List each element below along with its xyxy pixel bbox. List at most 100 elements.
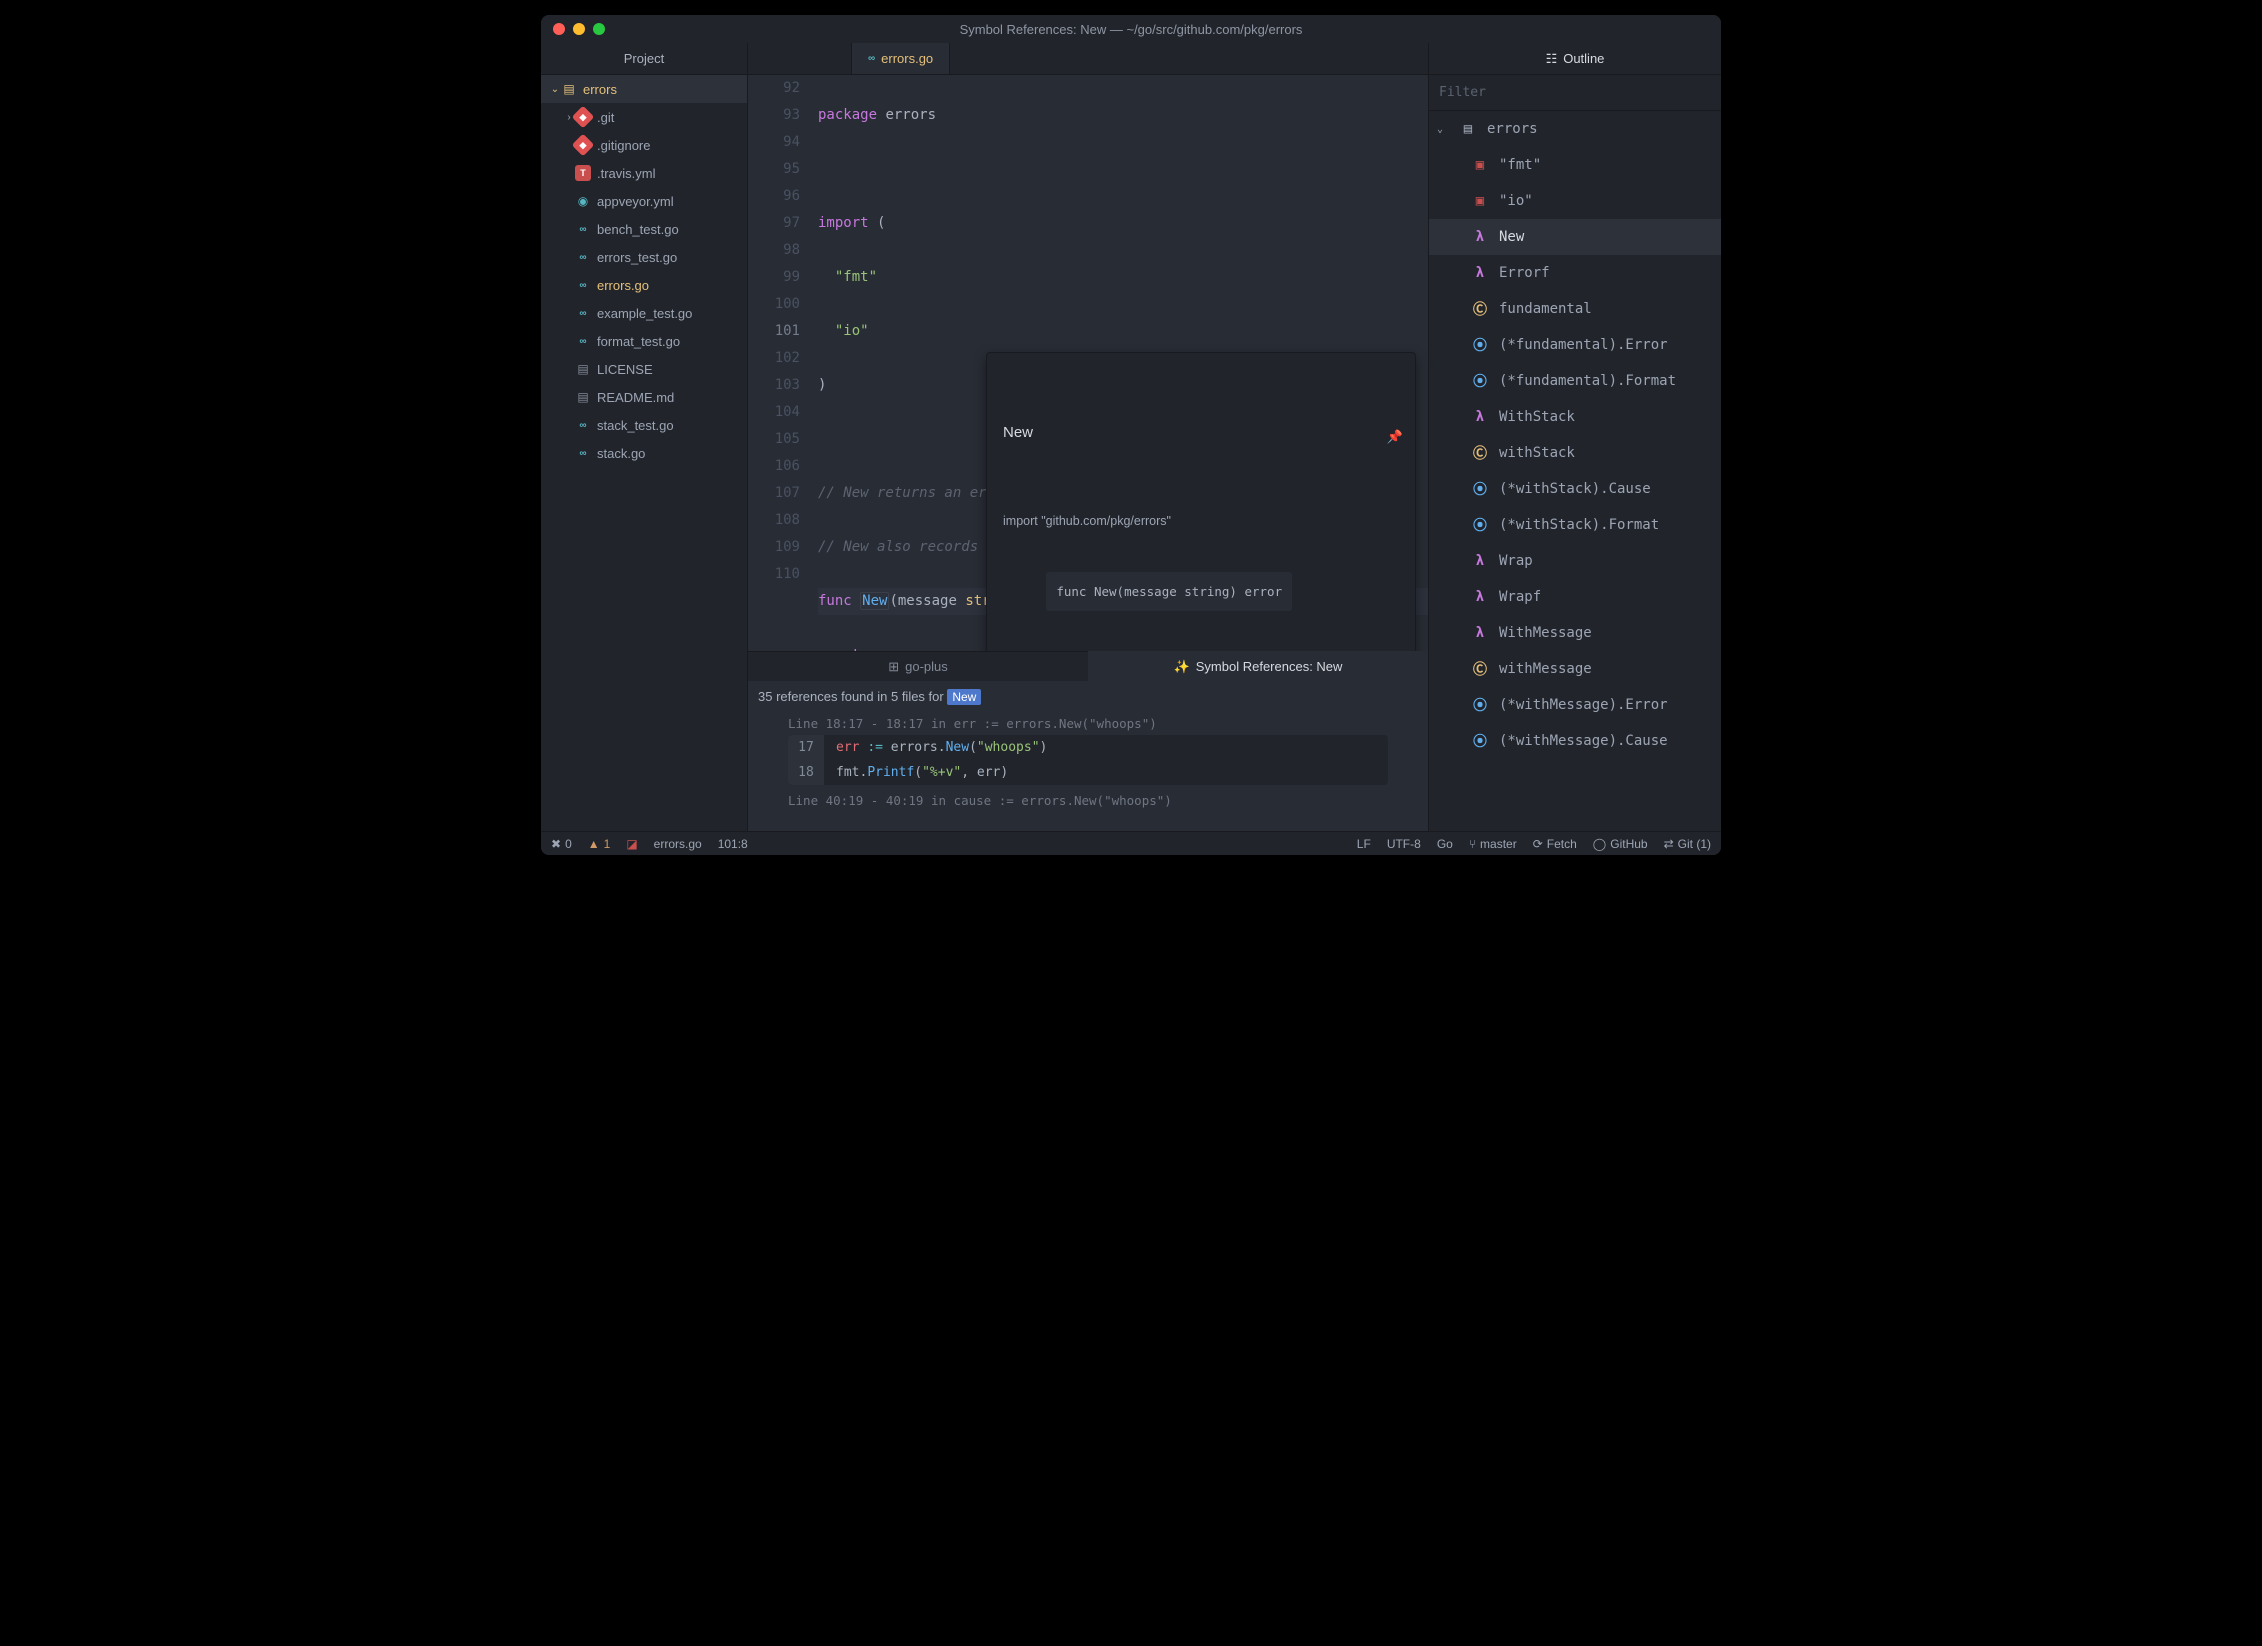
tab-errors-go[interactable]: ∞ errors.go — [852, 43, 950, 74]
tree-item[interactable]: ∞stack.go — [541, 439, 747, 467]
tab-label: errors.go — [881, 51, 933, 66]
tree-root[interactable]: ⌄ ▤ errors — [541, 75, 747, 103]
references-summary: 35 references found in 5 files for New — [758, 689, 1418, 704]
symbol-icon: λ — [1471, 409, 1489, 425]
reference-context[interactable]: Line 40:19 - 40:19 in cause := errors.Ne… — [758, 793, 1418, 808]
outline-item-label: "io" — [1499, 193, 1533, 209]
tree-item[interactable]: T.travis.yml — [541, 159, 747, 187]
tree-item[interactable]: ▤LICENSE — [541, 355, 747, 383]
outline-item-label: (*fundamental).Format — [1499, 373, 1676, 389]
file-icon: ▤ — [1459, 121, 1477, 137]
outline-item[interactable]: ⦿(*withMessage).Error — [1429, 687, 1721, 723]
outline-item[interactable]: λNew — [1429, 219, 1721, 255]
status-cursor-pos[interactable]: 101:8 — [718, 837, 748, 851]
reference-snippet[interactable]: 17err := errors.New("whoops") 18fmt.Prin… — [788, 735, 1388, 785]
go-icon: ∞ — [868, 53, 875, 64]
outline-item-label: (*withMessage).Cause — [1499, 733, 1668, 749]
symbol-icon: λ — [1471, 589, 1489, 605]
symbol-icon: λ — [1471, 553, 1489, 569]
outline-item[interactable]: ⒸwithMessage — [1429, 651, 1721, 687]
outline-item[interactable]: ⒸwithStack — [1429, 435, 1721, 471]
outline-tree: ⌄ ▤ errors ▣"fmt"▣"io"λNewλErrorfⒸfundam… — [1429, 111, 1721, 831]
titlebar: Symbol References: New — ~/go/src/github… — [541, 15, 1721, 43]
status-warnings[interactable]: ▲ 1 — [588, 837, 611, 851]
symbol-icon: λ — [1471, 625, 1489, 641]
telescope-icon: ✨ — [1174, 659, 1190, 675]
outline-item[interactable]: λErrorf — [1429, 255, 1721, 291]
tree-item[interactable]: ◉appveyor.yml — [541, 187, 747, 215]
tree-item-label: errors_test.go — [597, 250, 677, 265]
outline-item[interactable]: ⦿ (*fundamental).Format — [1429, 363, 1721, 399]
tree-item[interactable]: ∞stack_test.go — [541, 411, 747, 439]
outline-header: ☷Outline — [1429, 43, 1721, 75]
tree-item[interactable]: ◆.gitignore — [541, 131, 747, 159]
outline-item[interactable]: ⦿(*withStack).Cause — [1429, 471, 1721, 507]
outline-item-label: Wrapf — [1499, 589, 1541, 605]
close-icon[interactable] — [553, 23, 565, 35]
pin-icon[interactable]: 📌 — [1387, 423, 1403, 450]
outline-item[interactable]: Ⓒfundamental — [1429, 291, 1721, 327]
tree-item[interactable]: ∞format_test.go — [541, 327, 747, 355]
code-area[interactable]: package errors import ( "fmt" "io" ) // … — [818, 75, 1428, 651]
outline-item-label: WithMessage — [1499, 625, 1592, 641]
outline-item[interactable]: ⦿(*withMessage).Cause — [1429, 723, 1721, 759]
reference-context[interactable]: Line 18:17 - 18:17 in err := errors.New(… — [758, 716, 1418, 731]
references-panel: 35 references found in 5 files for New L… — [748, 681, 1428, 831]
status-line-ending[interactable]: LF — [1357, 837, 1371, 851]
symbol-icon: Ⓒ — [1471, 443, 1489, 463]
symbol-icon: ⦿ — [1471, 371, 1489, 391]
outline-item-label: Errorf — [1499, 265, 1550, 281]
tab-symbol-references[interactable]: ✨Symbol References: New — [1088, 651, 1428, 681]
status-encoding[interactable]: UTF-8 — [1387, 837, 1421, 851]
tree-item[interactable]: ▤README.md — [541, 383, 747, 411]
sidebar-header: Project — [541, 43, 747, 75]
outline-item[interactable]: λ WithMessage — [1429, 615, 1721, 651]
status-fetch[interactable]: ⟳ Fetch — [1533, 837, 1577, 851]
bottom-panel-tabs: ⊞go-plus ✨Symbol References: New — [748, 651, 1428, 681]
tree-item-label: .travis.yml — [597, 166, 656, 181]
symbol-icon: ⦿ — [1471, 515, 1489, 535]
status-branch[interactable]: ⑂ master — [1469, 837, 1517, 851]
status-errors[interactable]: ✖ 0 — [551, 837, 572, 851]
tree-item[interactable]: ∞errors_test.go — [541, 243, 747, 271]
outline-item[interactable]: ▣"io" — [1429, 183, 1721, 219]
status-github[interactable]: ◯ GitHub — [1593, 837, 1648, 851]
outline-item-label: (*withStack).Format — [1499, 517, 1659, 533]
outline-item[interactable]: ⦿(*fundamental).Error — [1429, 327, 1721, 363]
tab-go-plus[interactable]: ⊞go-plus — [748, 652, 1088, 681]
symbol-icon: λ — [1471, 229, 1489, 245]
zoom-icon[interactable] — [593, 23, 605, 35]
popup-title: New — [1003, 419, 1399, 446]
app-window: Symbol References: New — ~/go/src/github… — [541, 15, 1721, 855]
status-language[interactable]: Go — [1437, 837, 1453, 851]
editor[interactable]: 9293949596979899100101102103104105106107… — [748, 75, 1428, 651]
package-icon: ▤ — [561, 81, 577, 97]
symbol-icon: Ⓒ — [1471, 659, 1489, 679]
status-git[interactable]: ⇄ Git (1) — [1664, 837, 1711, 851]
tree-item[interactable]: ∞errors.go — [541, 271, 747, 299]
popup-signature: func New(message string) error — [1046, 572, 1292, 611]
minimize-icon[interactable] — [573, 23, 585, 35]
outline-item[interactable]: λ Wrapf — [1429, 579, 1721, 615]
tree-item-label: README.md — [597, 390, 674, 405]
tree-item[interactable]: ∞bench_test.go — [541, 215, 747, 243]
outline-item[interactable]: ⦿ (*withStack).Format — [1429, 507, 1721, 543]
outline-root[interactable]: ⌄ ▤ errors — [1429, 111, 1721, 147]
window-title: Symbol References: New — ~/go/src/github… — [541, 22, 1721, 37]
symbol-icon: ⦿ — [1471, 335, 1489, 355]
outline-item[interactable]: λWithStack — [1429, 399, 1721, 435]
tree-item-label: stack_test.go — [597, 418, 674, 433]
outline-item[interactable]: λWrap — [1429, 543, 1721, 579]
outline-filter[interactable]: Filter — [1429, 75, 1721, 111]
outline-item[interactable]: ▣"fmt" — [1429, 147, 1721, 183]
outline-item-label: "fmt" — [1499, 157, 1541, 173]
tree-item[interactable]: ∞example_test.go — [541, 299, 747, 327]
editor-tabs: ∞ errors.go — [748, 43, 1428, 75]
tree-item-label: LICENSE — [597, 362, 653, 377]
status-file[interactable]: errors.go — [654, 837, 702, 851]
plus-icon: ⊞ — [888, 659, 899, 675]
tree-item[interactable]: ›◆.git — [541, 103, 747, 131]
outline-item-label: withStack — [1499, 445, 1575, 461]
status-deco-icon: ◪ — [626, 837, 637, 851]
tree-item-label: example_test.go — [597, 306, 692, 321]
